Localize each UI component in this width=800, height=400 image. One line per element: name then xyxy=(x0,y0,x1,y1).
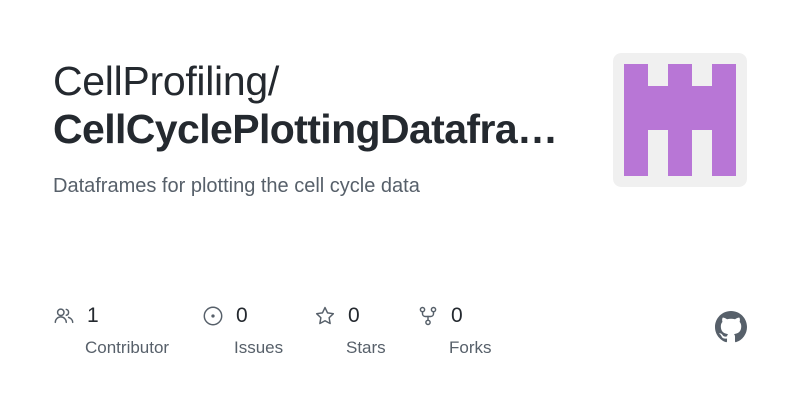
repo-owner[interactable]: CellProfiling/ xyxy=(53,58,279,105)
people-icon xyxy=(54,308,74,324)
issues-label: Issues xyxy=(234,338,284,357)
star-icon xyxy=(315,306,335,325)
stars-count: 0 xyxy=(348,304,360,327)
owner-avatar[interactable] xyxy=(613,53,747,187)
contributors-label: Contributor xyxy=(85,338,170,357)
fork-icon xyxy=(419,306,437,326)
issue-icon xyxy=(203,306,223,326)
forks-count: 0 xyxy=(451,304,463,327)
stat-contributors[interactable]: 1 Contributor xyxy=(53,302,169,358)
repo-name[interactable]: CellCyclePlottingDatafra… xyxy=(53,106,557,153)
forks-label: Forks xyxy=(449,338,492,357)
stat-issues[interactable]: 0 Issues xyxy=(202,302,283,358)
stars-label: Stars xyxy=(346,338,386,357)
contributors-count: 1 xyxy=(87,304,99,327)
stat-forks[interactable]: 0 Forks xyxy=(417,302,492,358)
github-mark-icon[interactable] xyxy=(715,311,747,343)
stat-stars[interactable]: 0 Stars xyxy=(314,302,386,358)
issues-count: 0 xyxy=(236,304,248,327)
repo-description: Dataframes for plotting the cell cycle d… xyxy=(53,175,420,197)
